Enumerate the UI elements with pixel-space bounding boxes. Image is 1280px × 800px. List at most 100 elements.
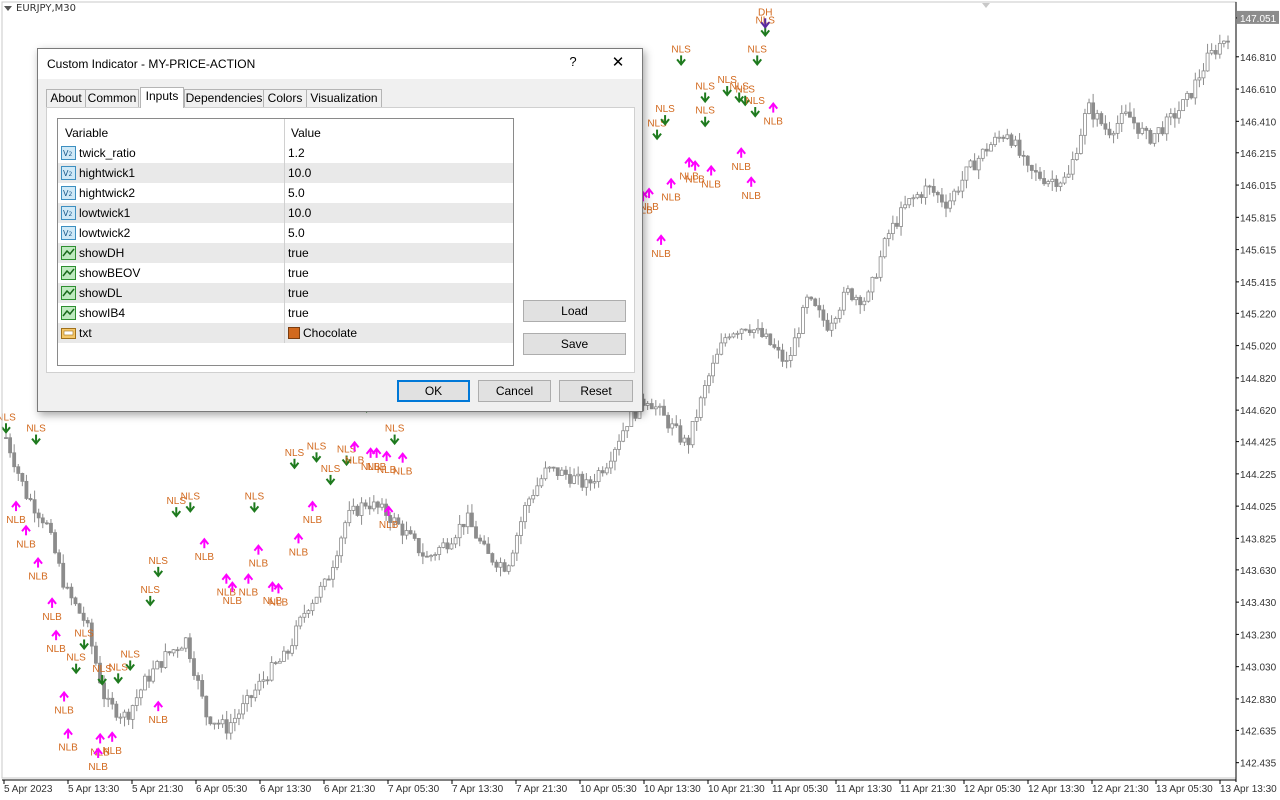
bull-candle [833, 318, 838, 324]
marker-label: NLS [385, 424, 405, 435]
svg-text:V2: V2 [63, 169, 72, 178]
bull-candle [151, 668, 156, 682]
bull-candle [829, 322, 834, 331]
marker-label: NLB [661, 192, 681, 203]
input-value-cell[interactable]: true [288, 306, 309, 320]
bear-candle [743, 328, 748, 331]
bull-candle [343, 522, 348, 539]
bull-candle [592, 481, 597, 484]
bull-candle [212, 722, 217, 725]
bull-candle [1168, 113, 1173, 118]
bear-candle [674, 423, 679, 427]
bull-candle [547, 466, 552, 469]
tab-colors[interactable]: Colors [263, 89, 307, 107]
input-value-cell[interactable]: 5.0 [288, 186, 305, 200]
price-tick-label: 146.610 [1240, 85, 1277, 96]
input-row-twick_ratio[interactable]: V2 twick_ratio 1.2 [58, 143, 513, 163]
bull-candle [682, 437, 687, 443]
cancel-button[interactable]: Cancel [478, 380, 551, 402]
bear-candle [1148, 130, 1153, 144]
bull-candle [658, 405, 662, 408]
input-value-cell[interactable]: 5.0 [288, 226, 305, 240]
input-row-txt[interactable]: txt Chocolate [58, 323, 513, 343]
bear-candle [1107, 128, 1112, 136]
bull-candle [715, 353, 720, 364]
bull-candle [506, 565, 511, 572]
bear-candle [40, 517, 45, 524]
time-tick-label: 12 Apr 05:30 [964, 784, 1021, 795]
ok-button[interactable]: OK [397, 380, 470, 402]
bear-candle [780, 349, 785, 362]
bull-candle [784, 360, 789, 362]
svg-text:V2: V2 [63, 209, 72, 218]
time-tick-label: 13 Apr 13:30 [1220, 784, 1277, 795]
input-value-cell[interactable]: true [288, 246, 309, 260]
bull-candle [1083, 113, 1087, 136]
input-row-showDH[interactable]: showDH true [58, 243, 513, 263]
input-value-cell[interactable]: Chocolate [288, 326, 357, 340]
bull-candle [629, 410, 634, 427]
input-row-lowtwick2[interactable]: V2 lowtwick2 5.0 [58, 223, 513, 243]
input-value-cell[interactable]: 1.2 [288, 146, 305, 160]
bull-candle [707, 375, 711, 386]
dialog-titlebar[interactable]: Custom Indicator - MY-PRICE-ACTION ? ✕ [38, 49, 642, 79]
input-value-cell[interactable]: true [288, 266, 309, 280]
bear-candle [825, 319, 830, 331]
price-tick-label: 146.215 [1240, 149, 1277, 160]
tab-about[interactable]: About [46, 89, 86, 107]
bear-candle [28, 498, 33, 501]
help-button[interactable]: ? [566, 54, 580, 72]
save-button[interactable]: Save [523, 333, 626, 355]
bear-candle [363, 502, 368, 507]
bull-candle [719, 342, 724, 355]
bull-candle [237, 713, 241, 719]
bull-candle [1005, 134, 1010, 139]
bear-candle [61, 562, 66, 588]
bull-candle [886, 233, 891, 240]
bull-candle [1156, 127, 1161, 135]
bull-candle [539, 478, 544, 487]
input-row-hightwick1[interactable]: V2 hightwick1 10.0 [58, 163, 513, 183]
bull-candle [980, 148, 985, 159]
bear-candle [367, 505, 372, 510]
input-value-cell[interactable]: true [288, 286, 309, 300]
tab-dependencies[interactable]: Dependencies [184, 89, 264, 107]
tab-visualization[interactable]: Visualization [306, 89, 382, 107]
input-value-cell[interactable]: 10.0 [288, 166, 311, 180]
bear-candle [44, 522, 49, 525]
tab-inputs[interactable]: Inputs [140, 87, 184, 108]
input-row-hightwick2[interactable]: V2 hightwick2 5.0 [58, 183, 513, 203]
bear-candle [12, 452, 17, 468]
bull-candle [310, 602, 315, 612]
bear-candle [772, 344, 777, 348]
reset-button[interactable]: Reset [559, 380, 633, 402]
bull-candle [318, 585, 323, 598]
tab-common[interactable]: Common [85, 89, 139, 107]
bull-candle [527, 498, 532, 506]
bear-candle [895, 222, 899, 227]
bull-candle [118, 716, 123, 719]
input-row-showIB4[interactable]: showIB4 true [58, 303, 513, 323]
input-row-lowtwick1[interactable]: V2 lowtwick1 10.0 [58, 203, 513, 223]
bull-candle [645, 403, 650, 406]
price-tick-label: 143.630 [1240, 566, 1277, 577]
bear-candle [1226, 40, 1230, 43]
bull-candle [882, 238, 887, 258]
bear-candle [919, 194, 924, 198]
bear-candle [53, 532, 57, 554]
bear-candle [474, 526, 478, 539]
input-row-showDL[interactable]: showDL true [58, 283, 513, 303]
marker-label: NLB [239, 588, 259, 599]
bull-candle [465, 512, 470, 528]
color-value-icon [61, 326, 76, 340]
marker-label: NLB [303, 515, 323, 526]
bull-candle [846, 288, 850, 293]
load-button[interactable]: Load [523, 300, 626, 322]
bear-candle [1029, 164, 1034, 171]
input-value-cell[interactable]: 10.0 [288, 206, 311, 220]
close-icon[interactable]: ✕ [609, 54, 627, 72]
bull-candle [429, 555, 433, 558]
bull-candle [163, 651, 168, 668]
input-name: hightwick2 [79, 186, 136, 200]
input-row-showBEOV[interactable]: showBEOV true [58, 263, 513, 283]
